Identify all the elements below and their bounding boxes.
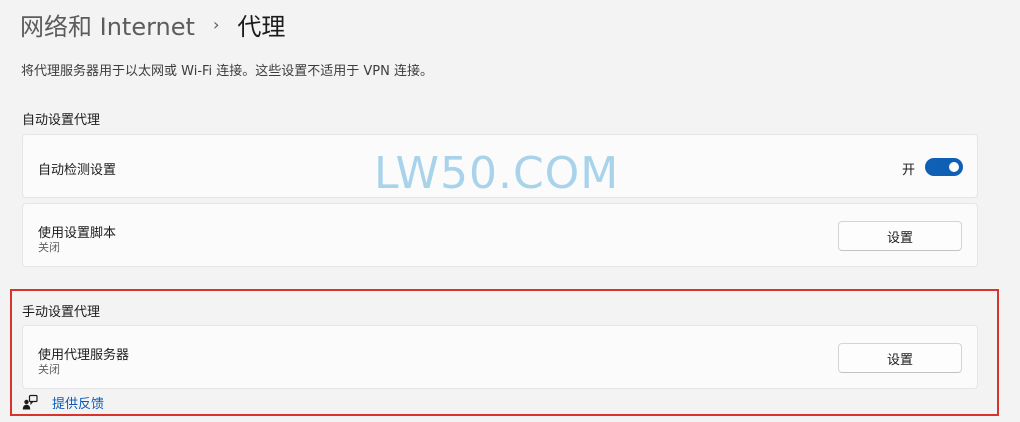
breadcrumb-parent-network[interactable]: 网络和 Internet: [20, 7, 195, 42]
section-title-manual-proxy: 手动设置代理: [22, 305, 101, 320]
breadcrumb: 网络和 Internet › 代理: [20, 6, 285, 42]
auto-detect-toggle[interactable]: [925, 158, 963, 176]
auto-detect-label: 自动检测设置: [38, 163, 117, 178]
page-title: 代理: [237, 12, 286, 41]
setup-script-settings-button[interactable]: 设置: [838, 221, 962, 251]
toggle-state-label: 开: [901, 163, 915, 178]
proxy-server-status: 关闭: [38, 363, 60, 376]
toggle-knob: [949, 162, 959, 172]
feedback-person-icon: [22, 394, 38, 410]
feedback-link[interactable]: 提供反馈: [52, 393, 104, 412]
setup-script-status: 关闭: [38, 241, 60, 254]
setup-script-card: 使用设置脚本 关闭 设置: [22, 203, 978, 267]
feedback-row: 提供反馈: [22, 393, 104, 412]
section-title-auto-proxy: 自动设置代理: [22, 113, 101, 128]
proxy-server-card: 使用代理服务器 关闭 设置: [22, 325, 978, 389]
page-description: 将代理服务器用于以太网或 Wi-Fi 连接。这些设置不适用于 VPN 连接。: [21, 64, 434, 79]
breadcrumb-separator: ›: [212, 14, 220, 34]
proxy-server-settings-button[interactable]: 设置: [838, 343, 962, 373]
watermark-text: LW50.COM: [374, 148, 620, 199]
